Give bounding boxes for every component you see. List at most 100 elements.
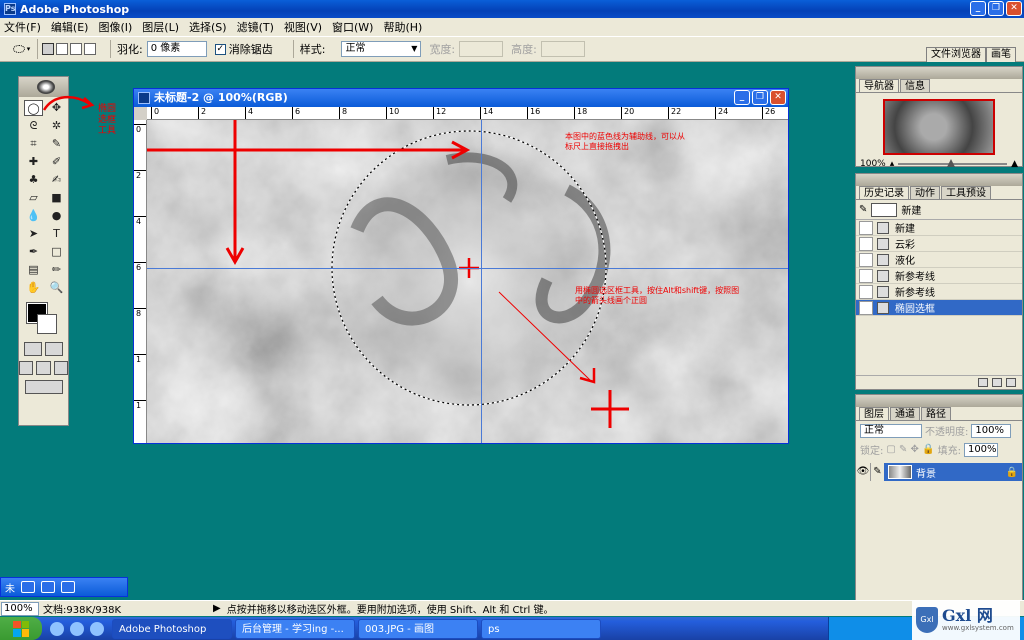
menu-file[interactable]: 文件(F) bbox=[4, 19, 41, 35]
fill-input[interactable]: 100% bbox=[963, 442, 998, 457]
menu-help[interactable]: 帮助(H) bbox=[383, 19, 422, 35]
restore-button[interactable]: ❐ bbox=[988, 1, 1004, 16]
standard-mode-button[interactable] bbox=[24, 342, 42, 356]
lock-icons[interactable]: ▢ ✎ ✥ 🔒 bbox=[886, 444, 934, 455]
zoom-slider[interactable] bbox=[898, 159, 1008, 167]
menu-layer[interactable]: 图层(L) bbox=[142, 19, 179, 35]
mini-minimize-button[interactable] bbox=[21, 581, 35, 593]
tool-preset-picker[interactable]: ▾ bbox=[6, 39, 38, 59]
brush-tool[interactable]: ✐ bbox=[47, 154, 66, 170]
vertical-guide[interactable] bbox=[481, 120, 482, 443]
zoom-in-icon[interactable]: ▲ bbox=[1011, 159, 1018, 169]
document-canvas[interactable]: 本图中的蓝色线为辅助线，可以从标尺上直接拖拽出 用椭圆选区框工具，按住Alt和s… bbox=[147, 120, 788, 443]
doc-restore-button[interactable]: ❐ bbox=[752, 90, 768, 105]
history-source-checkbox[interactable] bbox=[859, 300, 873, 315]
history-source-checkbox[interactable] bbox=[859, 220, 873, 235]
history-source-checkbox[interactable] bbox=[859, 252, 873, 267]
menu-edit[interactable]: 编辑(E) bbox=[51, 19, 89, 35]
history-source-checkbox[interactable] bbox=[859, 236, 873, 251]
screen-mode-full-button[interactable] bbox=[53, 361, 68, 375]
type-tool[interactable]: T bbox=[47, 226, 66, 242]
document-size[interactable]: 文档:938K/938K bbox=[43, 601, 213, 616]
menu-view[interactable]: 视图(V) bbox=[284, 19, 322, 35]
history-item[interactable]: 新建 bbox=[856, 220, 1022, 236]
width-input[interactable] bbox=[459, 41, 504, 57]
tab-paths[interactable]: 路径 bbox=[921, 407, 951, 420]
new-snapshot-button[interactable] bbox=[992, 378, 1002, 387]
new-selection-button[interactable] bbox=[42, 43, 54, 55]
start-button[interactable] bbox=[0, 617, 42, 640]
mini-close-button[interactable] bbox=[61, 581, 75, 593]
horizontal-ruler[interactable]: 0 2 4 6 8 10 12 14 16 18 20 22 24 26 bbox=[147, 107, 788, 120]
history-item[interactable]: 新参考线 bbox=[856, 284, 1022, 300]
tab-layers[interactable]: 图层 bbox=[859, 407, 889, 420]
tab-navigator[interactable]: 导航器 bbox=[859, 79, 899, 92]
hand-tool[interactable]: ✋ bbox=[24, 280, 43, 296]
feather-input[interactable]: 0 像素 bbox=[146, 41, 207, 57]
background-color-swatch[interactable] bbox=[37, 314, 57, 334]
history-item[interactable]: 云彩 bbox=[856, 236, 1022, 252]
zoom-out-icon[interactable]: ▴ bbox=[890, 159, 895, 169]
menu-select[interactable]: 选择(S) bbox=[189, 19, 227, 35]
navigator-zoom-value[interactable]: 100% bbox=[860, 159, 886, 169]
path-select-tool[interactable]: ➤ bbox=[24, 226, 43, 242]
horizontal-guide[interactable] bbox=[147, 268, 788, 269]
visibility-eye-icon[interactable]: 👁 bbox=[856, 463, 870, 481]
history-brush-tool[interactable]: ✍ bbox=[47, 172, 66, 188]
taskbar-button[interactable]: Adobe Photoshop bbox=[112, 618, 232, 639]
intersect-selection-button[interactable] bbox=[84, 43, 96, 55]
layer-row-background[interactable]: 👁 ✎ 背景 🔒 bbox=[856, 463, 1022, 481]
pen-tool[interactable]: ✒ bbox=[24, 244, 43, 260]
shape-tool[interactable]: □ bbox=[47, 244, 66, 260]
blur-tool[interactable]: 💧 bbox=[24, 208, 43, 224]
healing-tool[interactable]: ✚ bbox=[24, 154, 43, 170]
explorer-icon[interactable] bbox=[70, 621, 84, 636]
dodge-tool[interactable]: ● bbox=[47, 208, 66, 224]
minimized-document[interactable]: 未 bbox=[0, 577, 128, 597]
history-source-checkbox[interactable] bbox=[859, 284, 873, 299]
menu-image[interactable]: 图像(I) bbox=[98, 19, 132, 35]
eyedropper-tool[interactable]: ✏ bbox=[47, 262, 66, 278]
height-input[interactable] bbox=[540, 41, 585, 57]
add-selection-button[interactable] bbox=[56, 43, 68, 55]
antialias-checkbox[interactable]: ✓ bbox=[214, 43, 226, 55]
navigator-thumbnail[interactable] bbox=[883, 99, 995, 155]
notes-tool[interactable]: ▤ bbox=[24, 262, 43, 278]
status-zoom-input[interactable]: 100% bbox=[1, 601, 39, 616]
screen-mode-standard-button[interactable] bbox=[19, 361, 34, 375]
taskbar-button[interactable]: 003.JPG - 画图 bbox=[358, 618, 478, 639]
minimize-button[interactable]: _ bbox=[970, 1, 986, 16]
delete-state-button[interactable] bbox=[1006, 378, 1016, 387]
tab-info[interactable]: 信息 bbox=[900, 79, 930, 92]
brushes-tab[interactable]: 画笔 bbox=[986, 47, 1016, 62]
tab-channels[interactable]: 通道 bbox=[890, 407, 920, 420]
taskbar-button[interactable]: ps bbox=[481, 618, 601, 639]
crop-tool[interactable]: ⌗ bbox=[24, 136, 43, 152]
file-browser-tab[interactable]: 文件浏览器 bbox=[926, 47, 986, 62]
slice-tool[interactable]: ✎ bbox=[47, 136, 66, 152]
quick-mask-button[interactable] bbox=[45, 342, 63, 356]
magic-wand-tool[interactable]: ✲ bbox=[47, 118, 66, 134]
firefox-icon[interactable] bbox=[90, 621, 104, 636]
history-snapshot[interactable]: ✎ 新建 bbox=[856, 200, 1022, 220]
clone-stamp-tool[interactable]: ♣ bbox=[24, 172, 43, 188]
history-item[interactable]: 椭圆选框 bbox=[856, 300, 1022, 316]
tab-actions[interactable]: 动作 bbox=[910, 186, 940, 199]
lasso-tool[interactable]: ᘓ bbox=[24, 118, 43, 134]
subtract-selection-button[interactable] bbox=[70, 43, 82, 55]
jump-to-imageready-button[interactable] bbox=[24, 380, 63, 394]
document-title-bar[interactable]: 未标题-2 @ 100%(RGB) _ ❐ ✕ bbox=[134, 89, 788, 107]
gradient-tool[interactable]: ■ bbox=[47, 190, 66, 206]
history-source-checkbox[interactable] bbox=[859, 268, 873, 283]
close-button[interactable]: ✕ bbox=[1006, 1, 1022, 16]
eraser-tool[interactable]: ▱ bbox=[24, 190, 43, 206]
panel-header[interactable] bbox=[856, 67, 1022, 79]
history-item[interactable]: 液化 bbox=[856, 252, 1022, 268]
menu-filter[interactable]: 滤镜(T) bbox=[237, 19, 274, 35]
history-item[interactable]: 新参考线 bbox=[856, 268, 1022, 284]
style-select[interactable]: 正常 ▼ bbox=[341, 41, 422, 57]
screen-mode-full-menu-button[interactable] bbox=[36, 361, 51, 375]
tab-tool-presets[interactable]: 工具预设 bbox=[941, 186, 991, 199]
doc-minimize-button[interactable]: _ bbox=[734, 90, 750, 105]
mini-restore-button[interactable] bbox=[41, 581, 55, 593]
